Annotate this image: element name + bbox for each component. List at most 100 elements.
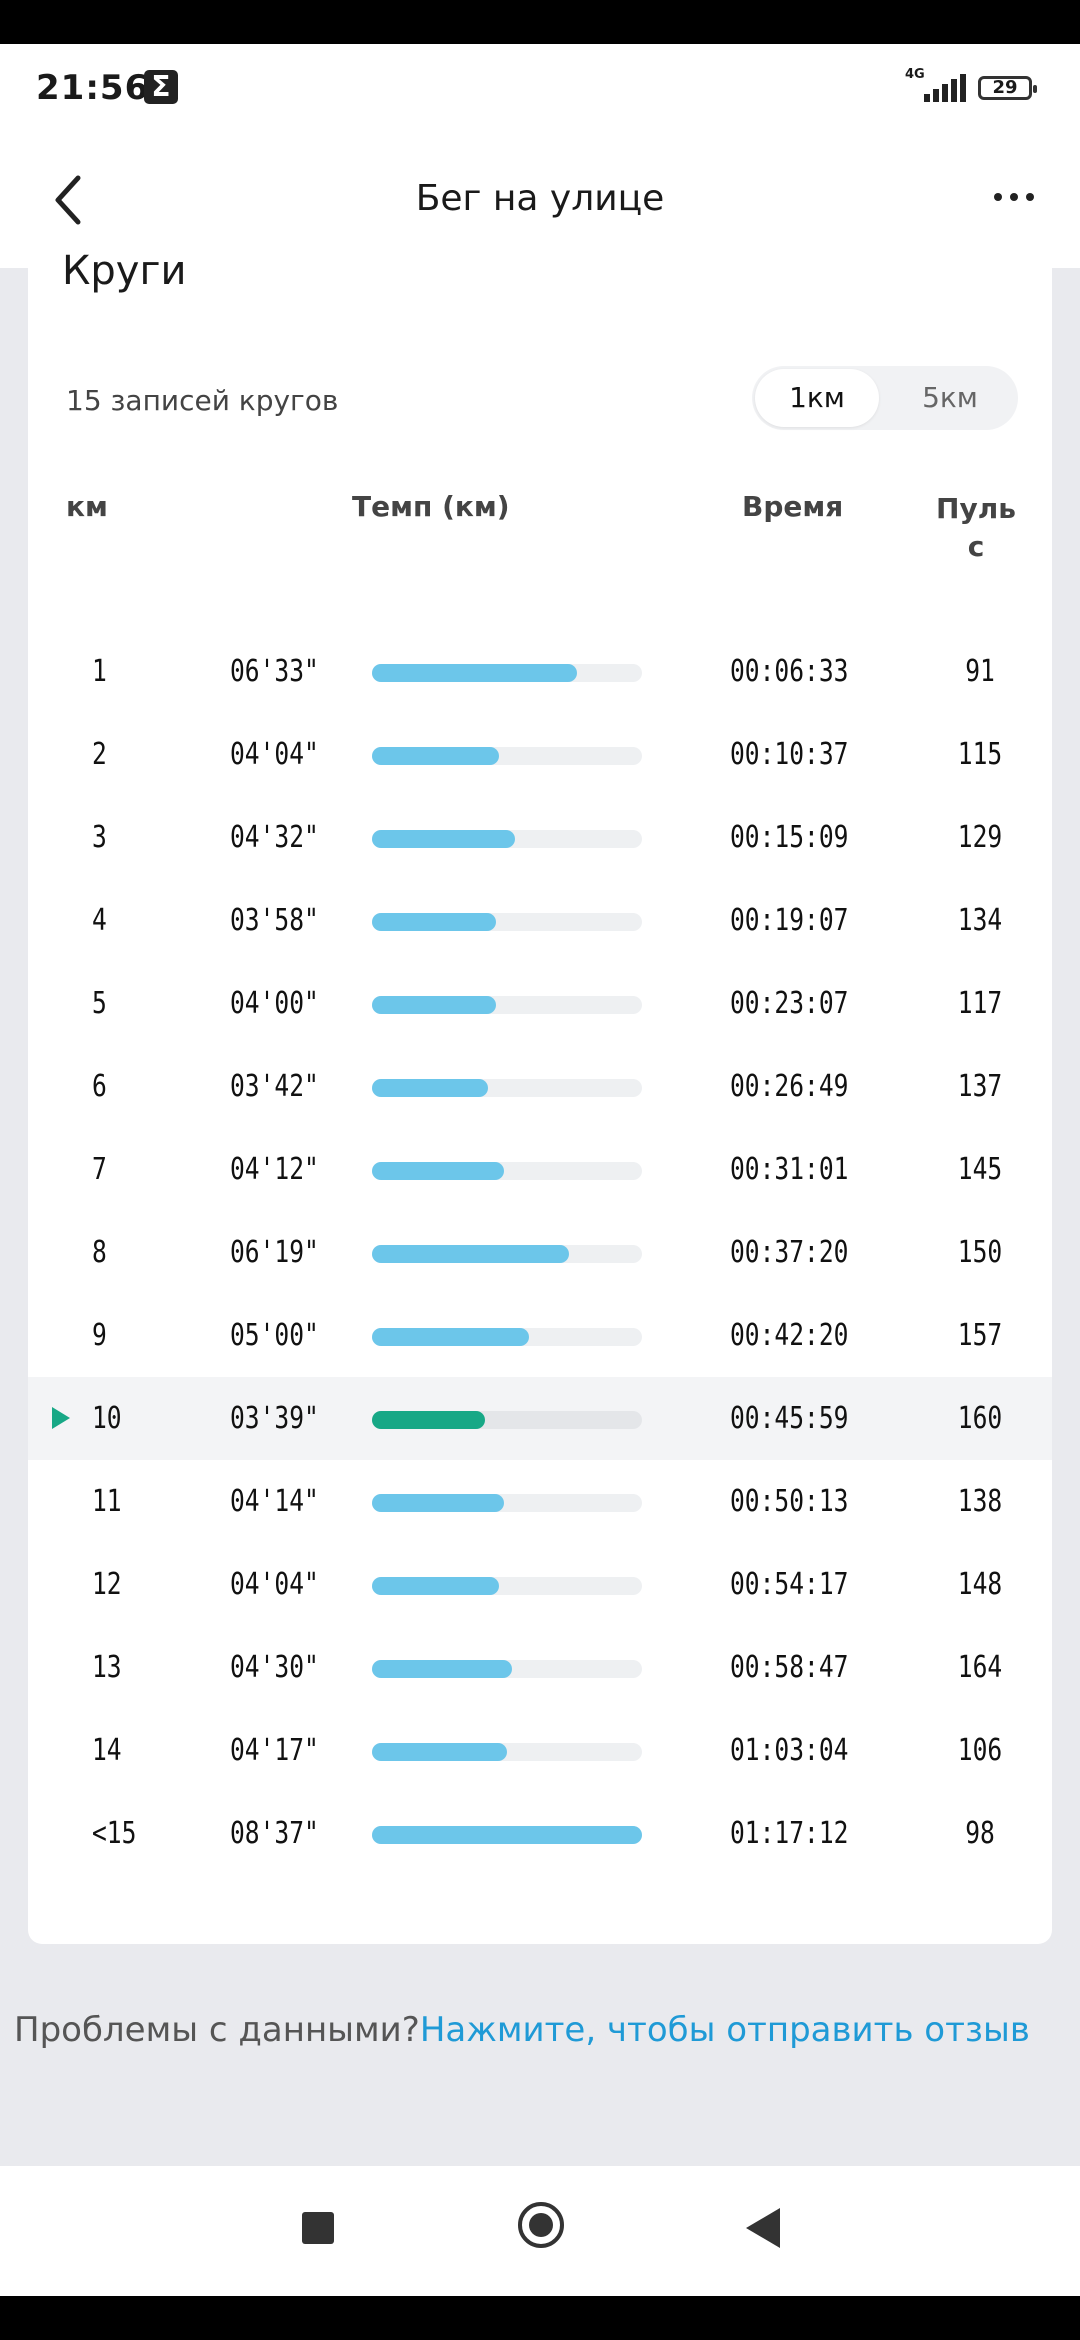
pace-bar-fill: [372, 913, 497, 931]
lap-row[interactable]: 7 04'12" 00:31:01 145: [28, 1128, 1052, 1211]
lap-time: 01:03:04: [730, 1733, 849, 1768]
lap-km: 10: [92, 1401, 122, 1436]
lap-pace: 03'39": [230, 1401, 319, 1436]
status-bar: 21:56 Σ 4G 29: [0, 44, 1080, 134]
pace-bar-track: [372, 1743, 642, 1761]
lap-time: 00:06:33: [730, 654, 849, 689]
pace-bar-fill: [372, 1743, 507, 1761]
lap-pace: 03'42": [230, 1069, 319, 1104]
lap-km: <15: [92, 1816, 137, 1851]
lap-row[interactable]: 5 04'00" 00:23:07 117: [28, 962, 1052, 1045]
lap-km: 8: [92, 1235, 107, 1270]
column-header-pace: Темп (км): [352, 490, 510, 523]
laps-card: Круги 15 записей кругов 1км 5км км Темп …: [28, 248, 1052, 1944]
lap-pulse: 106: [957, 1733, 1003, 1768]
lap-row[interactable]: 1 06'33" 00:06:33 91: [28, 630, 1052, 713]
lap-row[interactable]: 9 05'00" 00:42:20 157: [28, 1294, 1052, 1377]
pace-bar-fill: [372, 1826, 642, 1844]
lap-pace: 03'58": [230, 903, 319, 938]
lap-row[interactable]: 2 04'04" 00:10:37 115: [28, 713, 1052, 796]
lap-km: 11: [92, 1484, 122, 1519]
lap-km: 13: [92, 1650, 122, 1685]
lap-pulse: 117: [957, 986, 1003, 1021]
pace-bar-track: [372, 913, 642, 931]
lap-pulse: 98: [965, 1816, 995, 1851]
lap-row[interactable]: 14 04'17" 01:03:04 106: [28, 1709, 1052, 1792]
pace-bar-fill: [372, 1411, 486, 1429]
lap-pulse: 129: [957, 820, 1003, 855]
pace-bar-fill: [372, 1328, 529, 1346]
lap-pace: 04'04": [230, 737, 319, 772]
lap-row[interactable]: 6 03'42" 00:26:49 137: [28, 1045, 1052, 1128]
lap-row[interactable]: 8 06'19" 00:37:20 150: [28, 1211, 1052, 1294]
pace-bar-track: [372, 1577, 642, 1595]
lap-km: 3: [92, 820, 107, 855]
lap-pulse: 145: [957, 1152, 1003, 1187]
pace-bar-fill: [372, 1660, 513, 1678]
lap-time: 00:26:49: [730, 1069, 849, 1104]
toggle-1km[interactable]: 1км: [755, 369, 879, 427]
bottom-screen-edge: [0, 2296, 1080, 2340]
top-screen-edge: [0, 0, 1080, 44]
pace-bar-fill: [372, 1079, 489, 1097]
feedback-link[interactable]: Нажмите, чтобы отправить отзыв: [420, 2010, 1030, 2050]
lap-km: 4: [92, 903, 107, 938]
lap-pulse: 150: [957, 1235, 1003, 1270]
column-header-time: Время: [742, 490, 844, 523]
recents-icon[interactable]: [302, 2212, 334, 2244]
lap-row[interactable]: 11 04'14" 00:50:13 138: [28, 1460, 1052, 1543]
toggle-5km[interactable]: 5км: [888, 366, 1012, 430]
pace-bar-track: [372, 996, 642, 1014]
lap-pace: 04'00": [230, 986, 319, 1021]
lap-time: 00:15:09: [730, 820, 849, 855]
lap-km: 14: [92, 1733, 122, 1768]
lap-time: 00:50:13: [730, 1484, 849, 1519]
lap-row[interactable]: 12 04'04" 00:54:17 148: [28, 1543, 1052, 1626]
lap-km: 12: [92, 1567, 122, 1602]
lap-km: 6: [92, 1069, 107, 1104]
navigation-bar: [0, 2166, 1080, 2296]
signal-strength-icon: [922, 72, 966, 102]
lap-row[interactable]: 3 04'32" 00:15:09 129: [28, 796, 1052, 879]
pace-bar-fill: [372, 1577, 499, 1595]
pace-bar-track: [372, 1328, 642, 1346]
lap-pulse: 138: [957, 1484, 1003, 1519]
lap-time: 00:37:20: [730, 1235, 849, 1270]
play-marker-icon: [52, 1407, 70, 1429]
lap-pace: 06'33": [230, 654, 319, 689]
pace-bar-fill: [372, 1494, 505, 1512]
column-header-km: км: [66, 490, 108, 523]
more-options-icon[interactable]: [990, 186, 1050, 216]
lap-pace: 04'17": [230, 1733, 319, 1768]
lap-km: 1: [92, 654, 107, 689]
distance-toggle: 1км 5км: [752, 366, 1018, 430]
lap-row[interactable]: 4 03'58" 00:19:07 134: [28, 879, 1052, 962]
lap-time: 00:42:20: [730, 1318, 849, 1353]
lap-row[interactable]: 13 04'30" 00:58:47 164: [28, 1626, 1052, 1709]
pace-bar-fill: [372, 996, 497, 1014]
lap-row[interactable]: <15 08'37" 01:17:12 98: [28, 1792, 1052, 1875]
lap-pace: 04'32": [230, 820, 319, 855]
lap-time: 00:23:07: [730, 986, 849, 1021]
pace-bar-track: [372, 830, 642, 848]
lap-row[interactable]: 10 03'39" 00:45:59 160: [28, 1377, 1052, 1460]
lap-time: 00:19:07: [730, 903, 849, 938]
back-nav-icon[interactable]: [746, 2208, 780, 2248]
battery-icon: 29: [978, 76, 1037, 100]
lap-pace: 08'37": [230, 1816, 319, 1851]
lap-pace: 04'14": [230, 1484, 319, 1519]
home-icon[interactable]: [518, 2202, 564, 2248]
lap-pulse: 164: [957, 1650, 1003, 1685]
pace-bar-track: [372, 1162, 642, 1180]
laps-count: 15 записей кругов: [66, 384, 339, 417]
section-title: Круги: [62, 248, 187, 294]
status-time: 21:56: [36, 68, 150, 108]
lap-km: 7: [92, 1152, 107, 1187]
pace-bar-fill: [372, 664, 578, 682]
pace-bar-fill: [372, 830, 516, 848]
lap-pulse: 91: [965, 654, 995, 689]
lap-time: 00:58:47: [730, 1650, 849, 1685]
lap-pace: 04'12": [230, 1152, 319, 1187]
lap-pulse: 160: [957, 1401, 1003, 1436]
lap-pace: 04'30": [230, 1650, 319, 1685]
